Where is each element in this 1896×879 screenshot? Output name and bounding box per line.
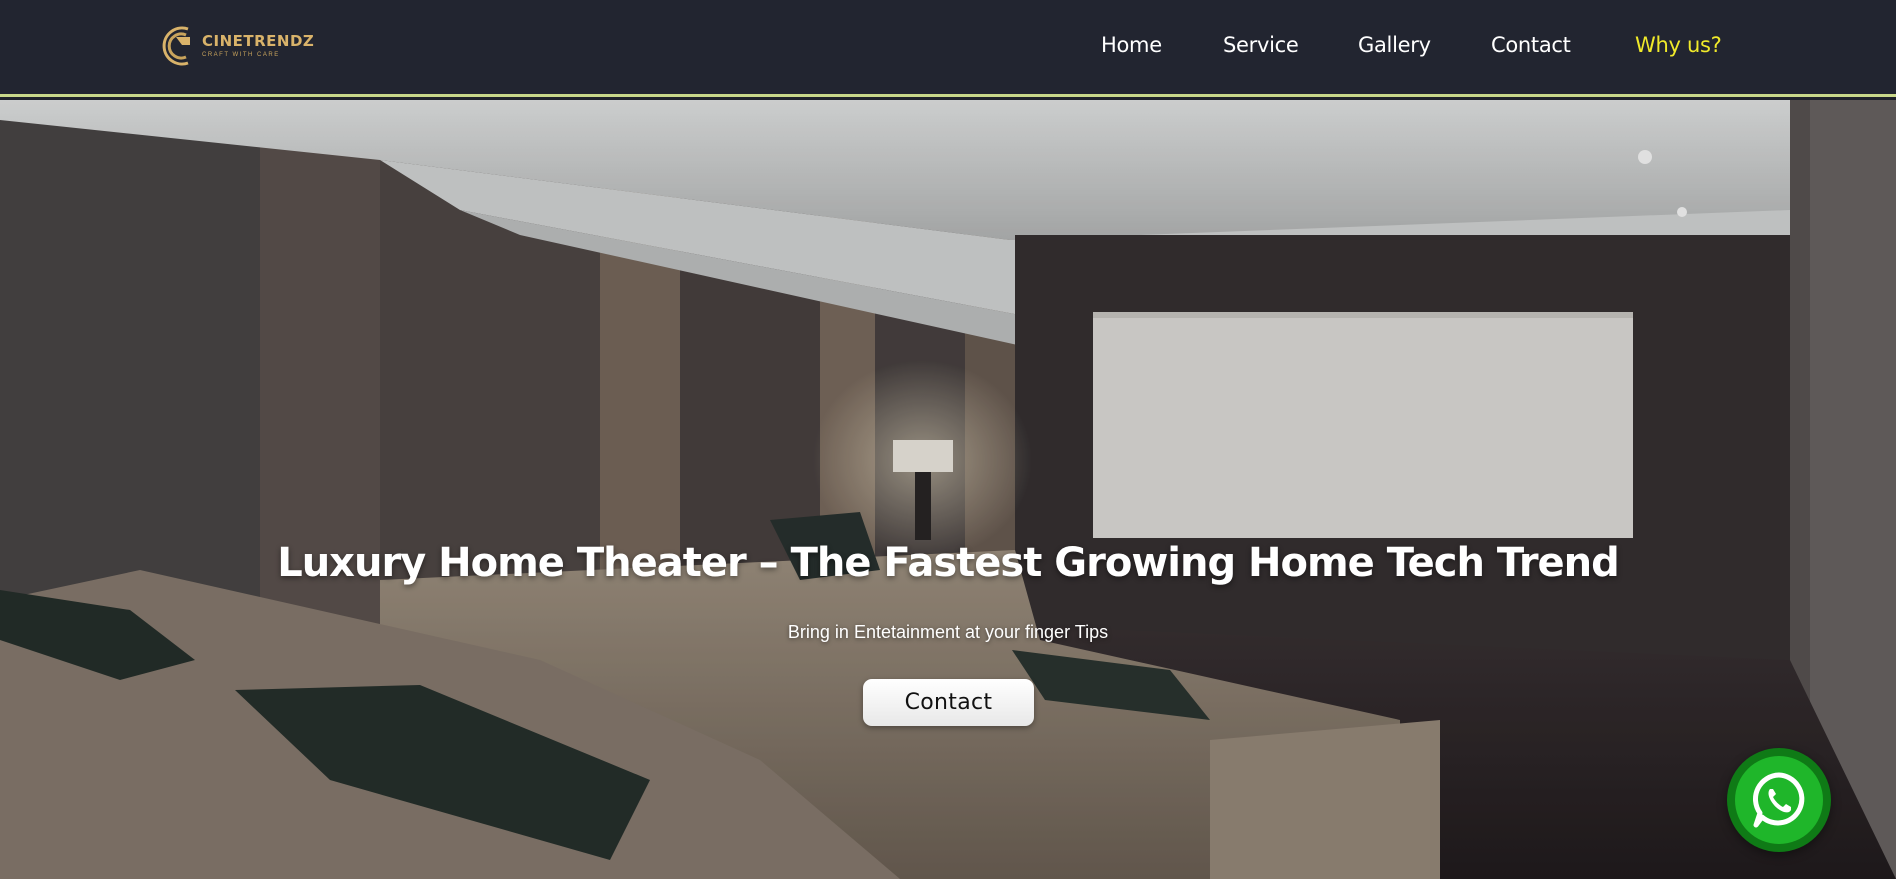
nav-gallery[interactable]: Gallery xyxy=(1358,33,1431,57)
main-nav: Home Service Gallery Contact Why us? xyxy=(0,33,1896,61)
nav-home[interactable]: Home xyxy=(1101,33,1162,57)
whatsapp-button[interactable] xyxy=(1727,748,1831,852)
hero-title: Luxury Home Theater – The Fastest Growin… xyxy=(277,540,1620,586)
site-header: CINETRENDZ CRAFT WITH CARE Home Service … xyxy=(0,0,1896,97)
nav-why-us[interactable]: Why us? xyxy=(1635,33,1722,57)
nav-service[interactable]: Service xyxy=(1223,33,1299,57)
nav-contact[interactable]: Contact xyxy=(1491,33,1571,57)
hero-section: Luxury Home Theater – The Fastest Growin… xyxy=(0,100,1896,879)
contact-button[interactable]: Contact xyxy=(863,679,1034,726)
whatsapp-icon xyxy=(1753,772,1805,828)
hero-subtitle: Bring in Entetainment at your finger Tip… xyxy=(787,622,1109,642)
hero-background-image xyxy=(0,100,1896,879)
